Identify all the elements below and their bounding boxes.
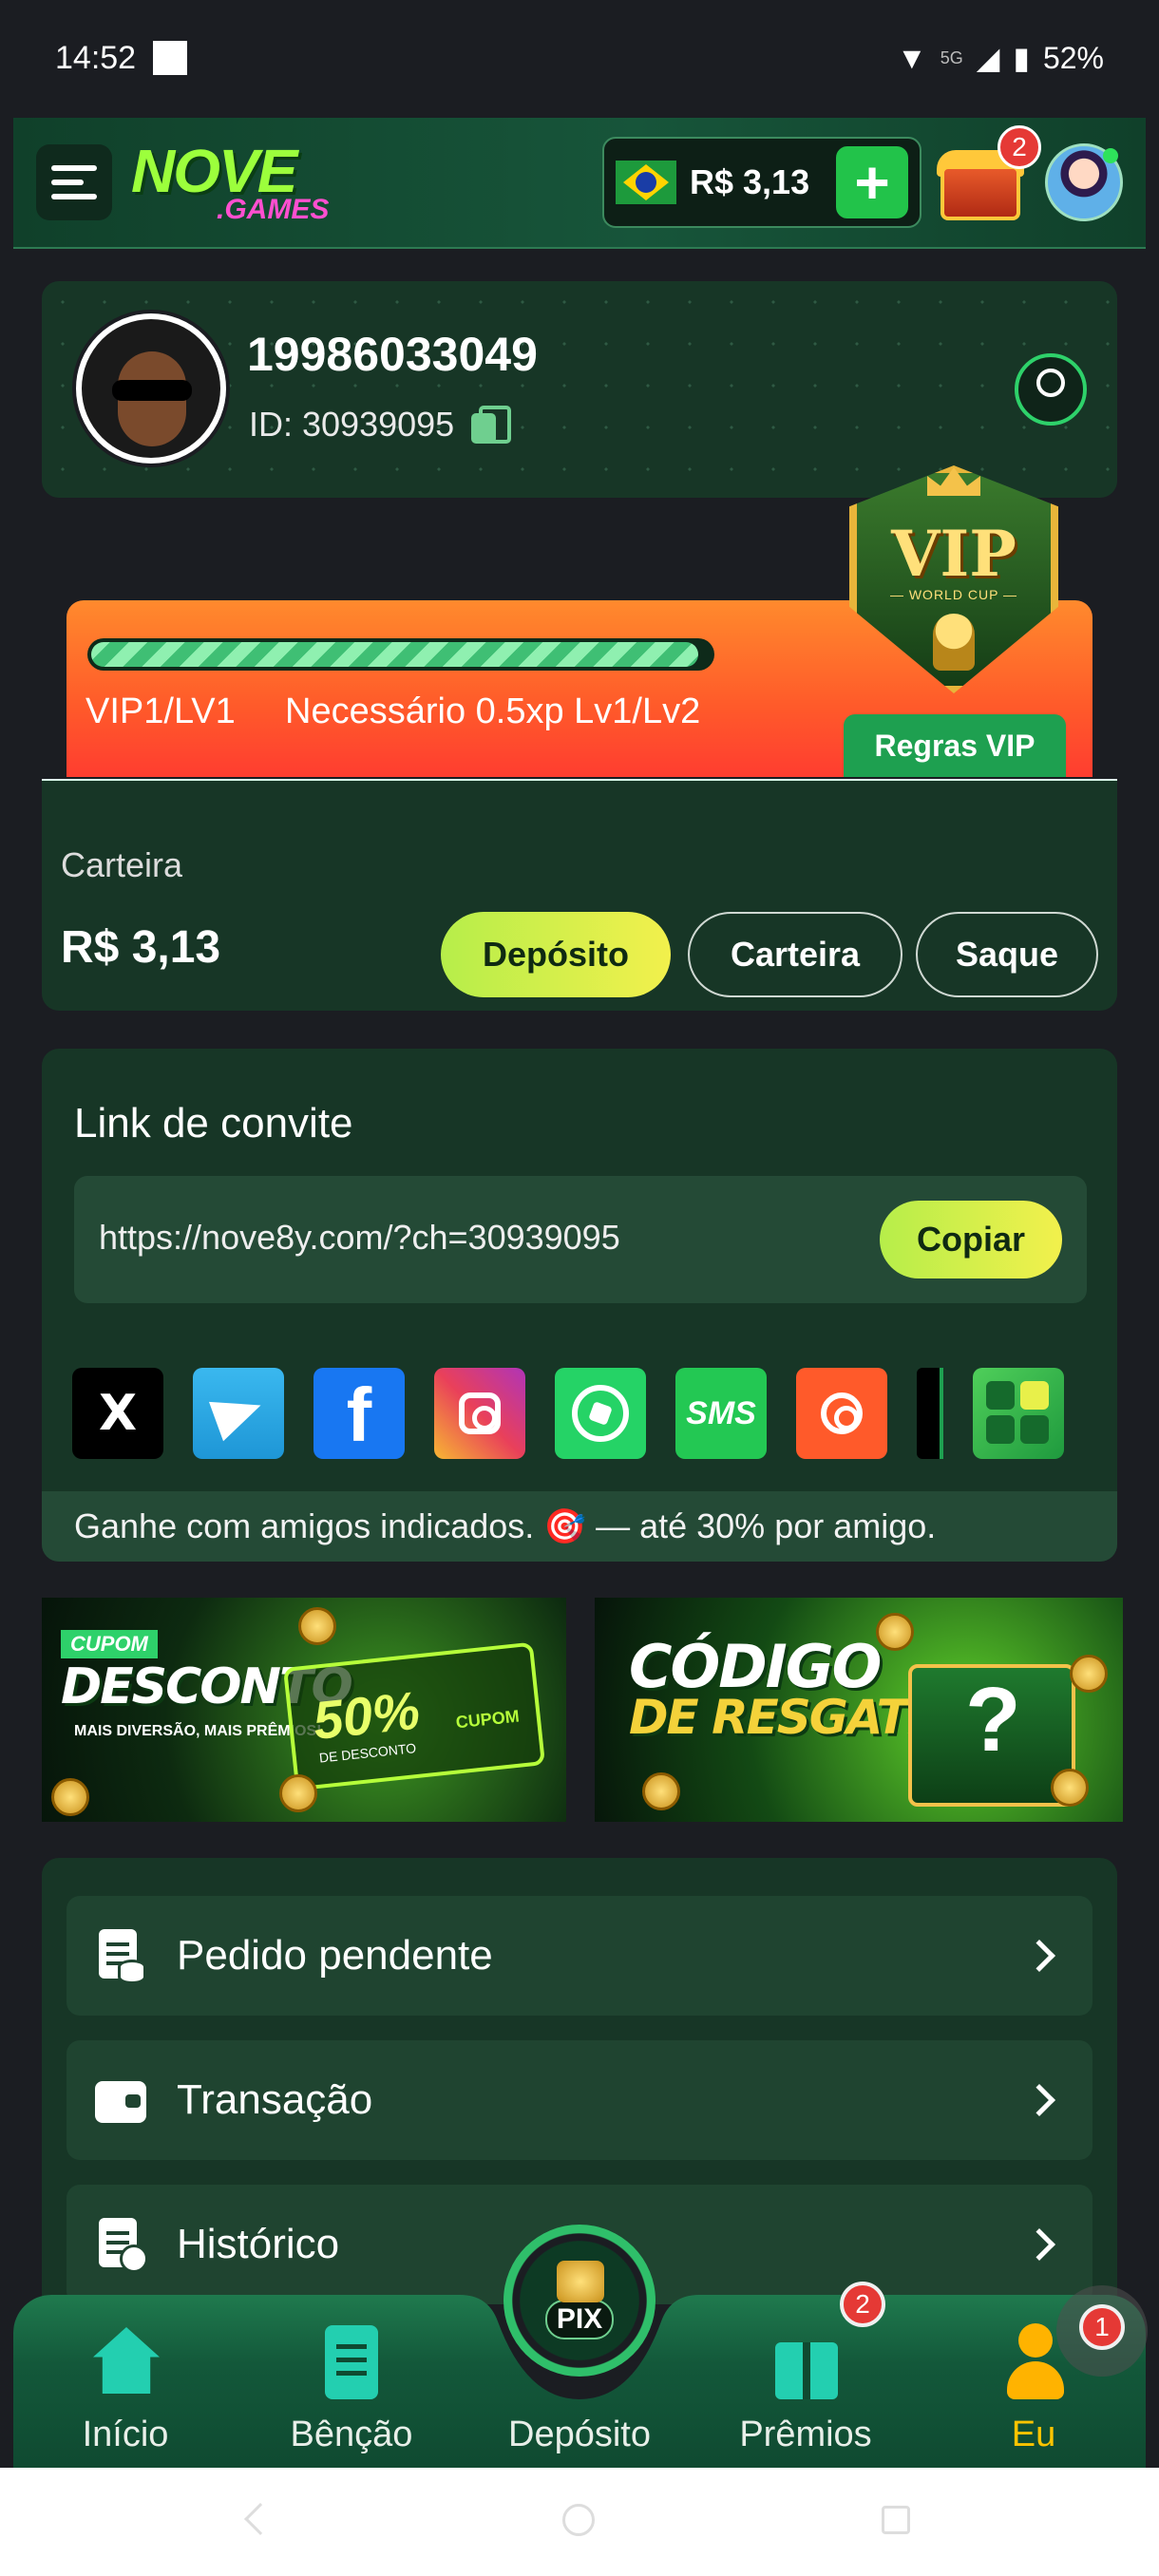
coin-icon xyxy=(876,1613,914,1651)
withdraw-button[interactable]: Saque xyxy=(916,912,1098,997)
invite-url: https://nove8y.com/?ch=30939095 xyxy=(99,1218,620,1257)
wallet-amount: R$ 3,13 xyxy=(61,922,221,973)
floating-badge: 1 xyxy=(1079,2304,1125,2350)
vip-requirement: Necessário 0.5xp Lv1/Lv2 xyxy=(285,691,701,731)
bottom-navigation: Início Bênção Depósito PIX Prêmios 2 Eu xyxy=(13,2225,1146,2468)
recents-icon[interactable] xyxy=(882,2506,910,2534)
menu-item-transactions[interactable]: Transação xyxy=(66,2040,1092,2160)
app-logo[interactable]: NOVE .GAMES xyxy=(131,141,329,224)
invite-card: Link de convite https://nove8y.com/?ch=3… xyxy=(42,1049,1117,1562)
status-bar: 14:52 ▼ 5G ◢ ▮ 52% xyxy=(0,0,1159,116)
system-navigation-bar xyxy=(0,2468,1159,2576)
social-share-row: X f SMS xyxy=(72,1368,1117,1459)
gift-icon xyxy=(775,2342,838,2399)
coupon-ticket: 50% DE DESCONTO CUPOM xyxy=(282,1641,546,1791)
home-circle-icon[interactable] xyxy=(562,2504,595,2536)
user-icon xyxy=(1007,2323,1064,2403)
wallet-card: Carteira R$ 3,13 Depósito Carteira Saque xyxy=(42,779,1117,1011)
wallet-icon xyxy=(95,2072,148,2129)
vip-shield-badge[interactable]: VIP — WORLD CUP — xyxy=(840,446,1068,703)
trophy-icon xyxy=(933,614,975,671)
back-icon[interactable] xyxy=(244,2503,276,2535)
chevron-right-icon xyxy=(1023,2084,1055,2116)
wallet-button[interactable]: Carteira xyxy=(688,912,902,997)
nav-home[interactable]: Início xyxy=(40,2323,211,2455)
floating-assist-button[interactable]: 1 xyxy=(1056,2285,1148,2377)
coin-icon xyxy=(279,1774,317,1812)
whatsapp-share-icon[interactable] xyxy=(555,1368,646,1459)
more-share-icon[interactable] xyxy=(917,1368,943,1459)
add-funds-button[interactable]: + xyxy=(836,146,908,218)
chevron-right-icon xyxy=(1023,2228,1055,2261)
header-avatar[interactable] xyxy=(1045,143,1123,221)
clipboard-icon xyxy=(325,2325,378,2399)
copy-id-icon[interactable] xyxy=(471,406,512,444)
header-balance-amount: R$ 3,13 xyxy=(690,162,810,201)
instagram-share-icon[interactable] xyxy=(434,1368,525,1459)
nav-rewards[interactable]: Prêmios xyxy=(720,2323,891,2455)
menu-button[interactable] xyxy=(36,144,112,220)
profile-username: 19986033049 xyxy=(247,328,538,381)
invite-title: Link de convite xyxy=(74,1100,353,1146)
redeem-code-banner[interactable]: CÓDIGO DE RESGATE ? xyxy=(595,1598,1123,1822)
coin-icon xyxy=(51,1778,89,1816)
x-share-icon[interactable]: X xyxy=(72,1368,163,1459)
invite-footer: Ganhe com amigos indicados. 🎯 — até 30% … xyxy=(42,1491,1117,1562)
app-header: NOVE .GAMES R$ 3,13 + 2 xyxy=(13,118,1146,249)
coin-icon xyxy=(298,1607,336,1645)
chevron-right-icon xyxy=(1023,1940,1055,1972)
discount-coupon-banner[interactable]: CUPOM DESCONTO MAIS DIVERSÃO, MAIS PRÊMI… xyxy=(42,1598,566,1822)
treasure-chest-button[interactable]: 2 xyxy=(935,125,1041,228)
vip-progress-fill xyxy=(91,642,698,667)
vip-level: VIP1/LV1 xyxy=(86,691,236,731)
home-icon xyxy=(93,2327,160,2394)
chest-badge: 2 xyxy=(998,125,1041,169)
coin-icon xyxy=(1070,1655,1108,1693)
coin-icon xyxy=(642,1772,680,1810)
rewards-badge: 2 xyxy=(840,2282,885,2327)
brazil-flag-icon xyxy=(616,161,676,204)
copy-link-button[interactable]: Copiar xyxy=(880,1201,1062,1279)
online-indicator xyxy=(1103,148,1118,163)
wifi-icon: ▼ xyxy=(897,40,927,75)
kwai-share-icon[interactable] xyxy=(796,1368,887,1459)
nav-blessing[interactable]: Bênção xyxy=(266,2323,437,2455)
invite-link-box: https://nove8y.com/?ch=30939095 Copiar xyxy=(74,1176,1087,1303)
apps-grid-icon[interactable] xyxy=(973,1368,1064,1459)
battery-level: 52% xyxy=(1042,40,1104,75)
header-balance[interactable]: R$ 3,13 + xyxy=(602,137,922,228)
deposit-button[interactable]: Depósito xyxy=(441,912,671,997)
status-time: 14:52 xyxy=(55,39,137,76)
history-icon xyxy=(95,2216,148,2273)
vip-rules-button[interactable]: Regras VIP xyxy=(844,714,1066,777)
battery-icon: ▮ xyxy=(1013,41,1030,75)
pix-deposit-button[interactable]: PIX xyxy=(504,2225,656,2377)
vip-progress-bar xyxy=(87,638,714,671)
menu-item-pending-orders[interactable]: Pedido pendente xyxy=(66,1896,1092,2016)
wallet-label: Carteira xyxy=(61,845,183,884)
coin-icon xyxy=(1051,1769,1089,1807)
coin-icon xyxy=(557,2261,604,2302)
edit-profile-icon[interactable] xyxy=(1015,353,1087,426)
pending-order-icon xyxy=(95,1927,148,1984)
profile-avatar[interactable] xyxy=(72,310,230,467)
facebook-share-icon[interactable]: f xyxy=(314,1368,405,1459)
network-type: 5G xyxy=(940,47,963,67)
profile-id: ID: 30939095 xyxy=(249,405,512,445)
sms-share-icon[interactable]: SMS xyxy=(675,1368,767,1459)
telegram-share-icon[interactable] xyxy=(193,1368,284,1459)
signal-icon: ◢ xyxy=(976,41,1000,75)
profile-id-text: ID: 30939095 xyxy=(249,405,455,444)
notification-icon xyxy=(153,41,188,75)
